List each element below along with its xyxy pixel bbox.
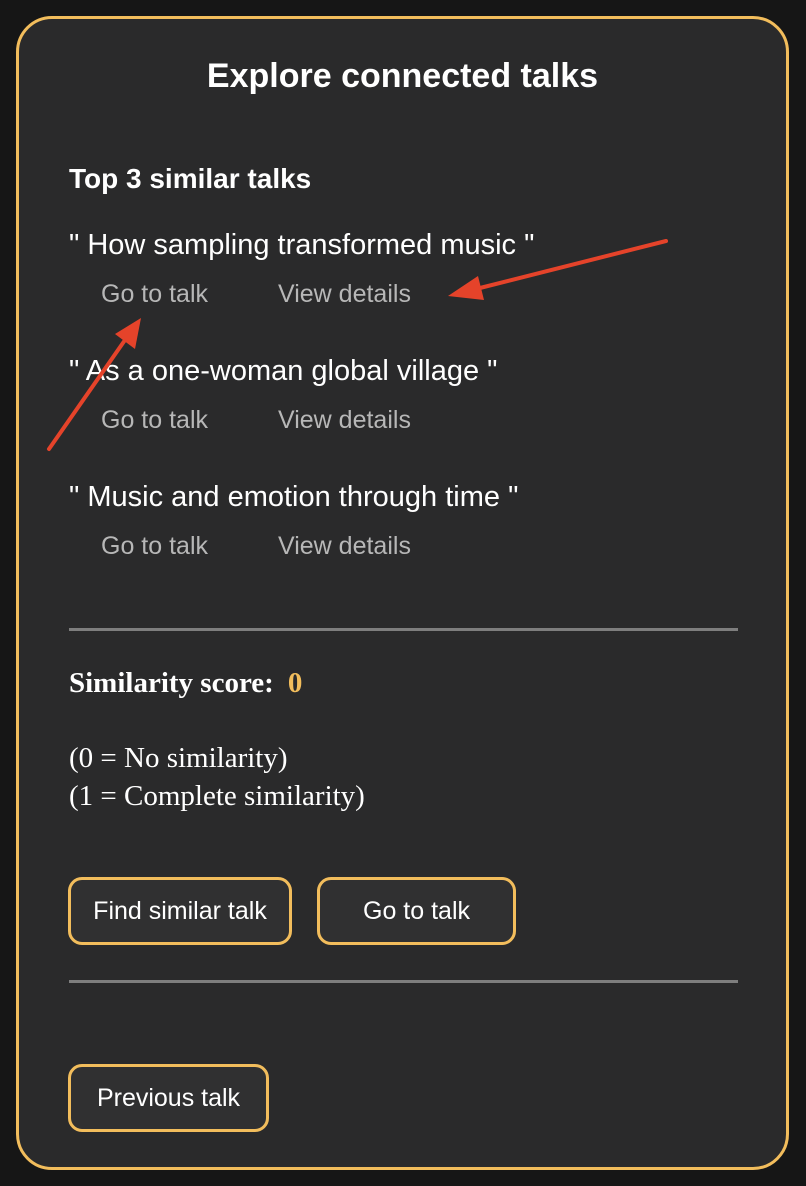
view-details-link[interactable]: View details bbox=[278, 280, 411, 309]
similarity-score: Similarity score: 0 bbox=[69, 667, 302, 700]
similar-talk-item: " Music and emotion through time " Go to… bbox=[69, 481, 719, 560]
talk-links: Go to talk View details bbox=[101, 532, 501, 566]
go-to-talk-link[interactable]: Go to talk bbox=[101, 406, 208, 435]
similar-talk-item: " How sampling transformed music " Go to… bbox=[69, 229, 719, 308]
divider bbox=[69, 980, 738, 983]
talk-title: " How sampling transformed music " bbox=[69, 229, 535, 261]
legend-no-similarity: (0 = No similarity) bbox=[69, 742, 288, 774]
legend-complete-similarity: (1 = Complete similarity) bbox=[69, 780, 365, 812]
connected-talks-panel: Explore connected talks Top 3 similar ta… bbox=[16, 16, 789, 1170]
similarity-legend: (0 = No similarity) (1 = Complete simila… bbox=[69, 739, 365, 815]
similar-talk-item: " As a one-woman global village " Go to … bbox=[69, 355, 719, 434]
talk-links: Go to talk View details bbox=[101, 280, 501, 314]
talk-links: Go to talk View details bbox=[101, 406, 501, 440]
talk-title: " Music and emotion through time " bbox=[69, 481, 519, 513]
go-to-talk-link[interactable]: Go to talk bbox=[101, 280, 208, 309]
similar-talks-heading: Top 3 similar talks bbox=[69, 163, 312, 194]
divider bbox=[69, 628, 738, 631]
view-details-link[interactable]: View details bbox=[278, 532, 411, 561]
talk-title: " As a one-woman global village " bbox=[69, 355, 498, 387]
go-to-talk-button[interactable]: Go to talk bbox=[317, 877, 516, 945]
go-to-talk-link[interactable]: Go to talk bbox=[101, 532, 208, 561]
view-details-link[interactable]: View details bbox=[278, 406, 411, 435]
find-similar-talk-button[interactable]: Find similar talk bbox=[68, 877, 292, 945]
previous-talk-button[interactable]: Previous talk bbox=[68, 1064, 269, 1132]
similarity-score-label: Similarity score: bbox=[69, 667, 274, 699]
panel-title: Explore connected talks bbox=[206, 57, 599, 95]
similarity-score-value: 0 bbox=[287, 667, 303, 699]
